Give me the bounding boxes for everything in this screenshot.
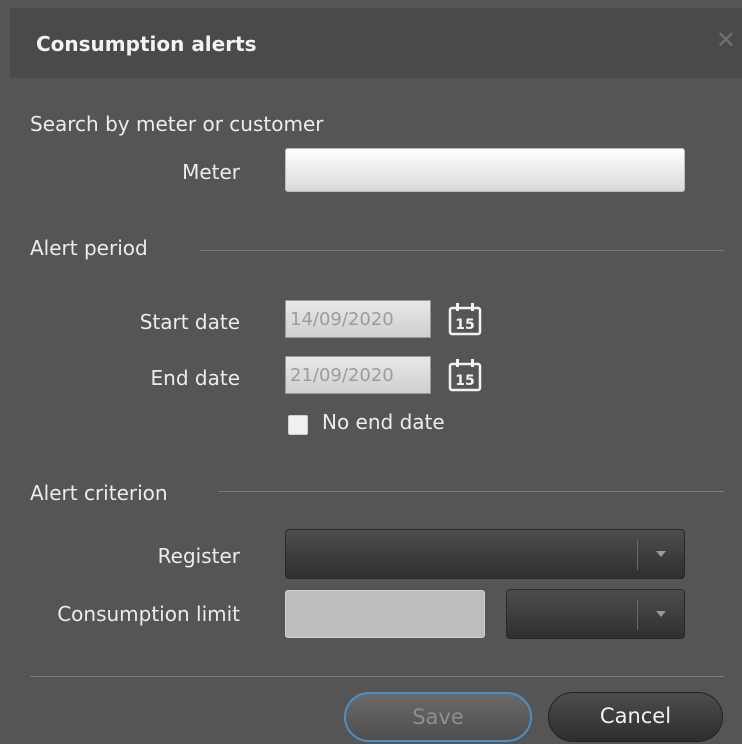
calendar-icon[interactable]: 15 xyxy=(448,302,482,336)
dialog-titlebar: Consumption alerts ✕ xyxy=(10,8,742,78)
consumption-limit-input[interactable] xyxy=(285,590,485,638)
save-button[interactable]: Save xyxy=(344,692,532,742)
alert-criterion-divider xyxy=(218,491,724,492)
alert-period-section-label: Alert period xyxy=(30,236,148,260)
unit-dropdown[interactable] xyxy=(506,589,685,639)
close-icon[interactable]: ✕ xyxy=(716,28,736,52)
cancel-button[interactable]: Cancel xyxy=(548,692,723,742)
search-section-label: Search by meter or customer xyxy=(30,112,324,136)
start-date-label: Start date xyxy=(139,310,240,334)
register-label: Register xyxy=(157,544,240,568)
meter-label: Meter xyxy=(182,160,240,184)
no-end-date-label: No end date xyxy=(322,410,445,434)
start-date-input[interactable]: 14/09/2020 xyxy=(285,300,431,338)
alert-period-divider xyxy=(200,250,724,251)
alert-criterion-section-label: Alert criterion xyxy=(30,481,168,505)
register-dropdown[interactable] xyxy=(285,529,685,579)
dialog-title: Consumption alerts xyxy=(36,32,257,56)
footer-divider xyxy=(30,676,724,677)
calendar-icon[interactable]: 15 xyxy=(448,358,482,392)
meter-input[interactable] xyxy=(285,148,685,192)
chevron-down-icon xyxy=(656,611,666,617)
end-date-label: End date xyxy=(150,366,240,390)
calendar-day-text: 15 xyxy=(455,317,474,333)
no-end-date-checkbox[interactable] xyxy=(288,415,308,435)
dropdown-separator xyxy=(637,540,638,570)
chevron-down-icon xyxy=(656,551,666,557)
calendar-day-text: 15 xyxy=(455,373,474,389)
consumption-alerts-dialog: Consumption alerts ✕ Search by meter or … xyxy=(0,0,742,744)
consumption-limit-label: Consumption limit xyxy=(57,602,240,626)
dropdown-separator xyxy=(637,600,638,630)
end-date-input[interactable]: 21/09/2020 xyxy=(285,356,431,394)
